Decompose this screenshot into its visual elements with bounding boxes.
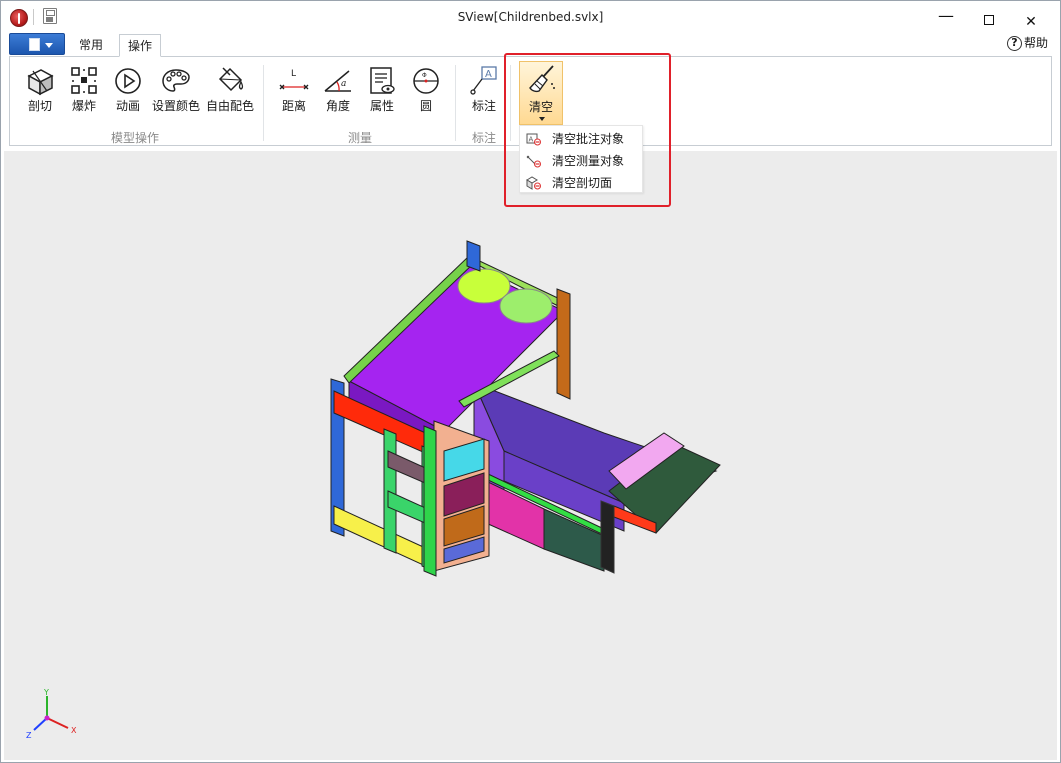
maximize-icon [984, 15, 994, 25]
set-color-label: 设置颜色 [151, 99, 200, 113]
axis-z-label: Z [26, 731, 32, 740]
set-color-button[interactable]: 设置颜色 [152, 63, 200, 115]
ribbon-tabstrip: 常用 操作 ? 帮助 [1, 31, 1060, 57]
title-bar: SView[Childrenbed.svlx] — ✕ [1, 1, 1060, 33]
circle-measure-icon: Φ [413, 68, 439, 94]
app-window: SView[Childrenbed.svlx] — ✕ 常用 操作 ? 帮助 剖切 [0, 0, 1061, 763]
free-color-label: 自由配色 [205, 99, 254, 113]
window-title: SView[Childrenbed.svlx] [457, 10, 604, 24]
svg-text:A: A [529, 136, 534, 144]
file-menu-button[interactable] [9, 33, 65, 55]
svg-text:a: a [341, 79, 346, 89]
document-icon [29, 38, 40, 51]
clear-button[interactable]: 清空 [519, 61, 563, 125]
group-label-model-ops: 模型操作 [110, 131, 159, 145]
menu-item-clear-measurements[interactable]: 清空测量对象 [520, 150, 642, 172]
explode-icon [71, 67, 97, 94]
menu-item-clear-section-planes[interactable]: 清空剖切面 [520, 172, 642, 194]
axis-y-label: Y [43, 688, 49, 697]
menu-item-clear-annotations[interactable]: A 清空批注对象 [520, 128, 642, 150]
menu-item-label: 清空剖切面 [552, 176, 613, 190]
close-button[interactable]: ✕ [1021, 13, 1041, 33]
menu-item-label: 清空测量对象 [552, 154, 625, 168]
group-label-measure: 测量 [347, 131, 372, 145]
axis-triad: Y X Z [26, 688, 77, 740]
clear-dropdown-menu: A 清空批注对象 清空测量对象 清空剖切面 [519, 125, 643, 193]
3d-viewport[interactable]: Y X Z [4, 151, 1057, 760]
clear-annotation-icon: A [526, 133, 541, 146]
clear-section-icon [526, 176, 541, 190]
svg-text:A: A [485, 69, 492, 80]
annotation-icon: A [470, 66, 497, 95]
group-label-annotate: 标注 [471, 131, 496, 145]
palette-icon [162, 69, 190, 92]
chevron-down-icon [45, 43, 53, 48]
animation-button[interactable]: 动画 [108, 63, 148, 115]
maximize-button[interactable] [979, 11, 999, 31]
help-button[interactable]: ? 帮助 [1007, 34, 1048, 52]
chevron-down-icon [539, 117, 545, 121]
annotation-label: 标注 [471, 99, 496, 113]
svg-text:Φ: Φ [422, 72, 427, 79]
section-cube-icon [27, 69, 54, 96]
paint-bucket-icon [218, 67, 244, 92]
annotation-button[interactable]: A 标注 [464, 63, 504, 115]
angle-icon: a [324, 70, 351, 92]
axis-x-label: X [71, 726, 77, 735]
circle-label: 圆 [419, 99, 432, 113]
bunk-bed-model[interactable] [4, 151, 1057, 760]
tab-common[interactable]: 常用 [71, 34, 111, 57]
menu-item-label: 清空批注对象 [552, 132, 625, 146]
broom-icon [529, 65, 555, 93]
property-doc-icon [370, 67, 395, 94]
tab-operation[interactable]: 操作 [119, 34, 162, 57]
clear-measure-icon [526, 155, 541, 168]
free-color-button[interactable]: 自由配色 [206, 63, 254, 115]
help-label: 帮助 [1024, 36, 1049, 50]
minimize-button[interactable]: — [936, 7, 956, 27]
distance-icon: L [279, 69, 309, 90]
play-icon [115, 68, 141, 94]
group-separator [510, 65, 511, 141]
clear-label: 清空 [528, 100, 553, 114]
circle-button[interactable]: Φ 圆 [406, 63, 446, 115]
help-icon: ? [1007, 36, 1022, 51]
svg-text:L: L [291, 69, 296, 79]
